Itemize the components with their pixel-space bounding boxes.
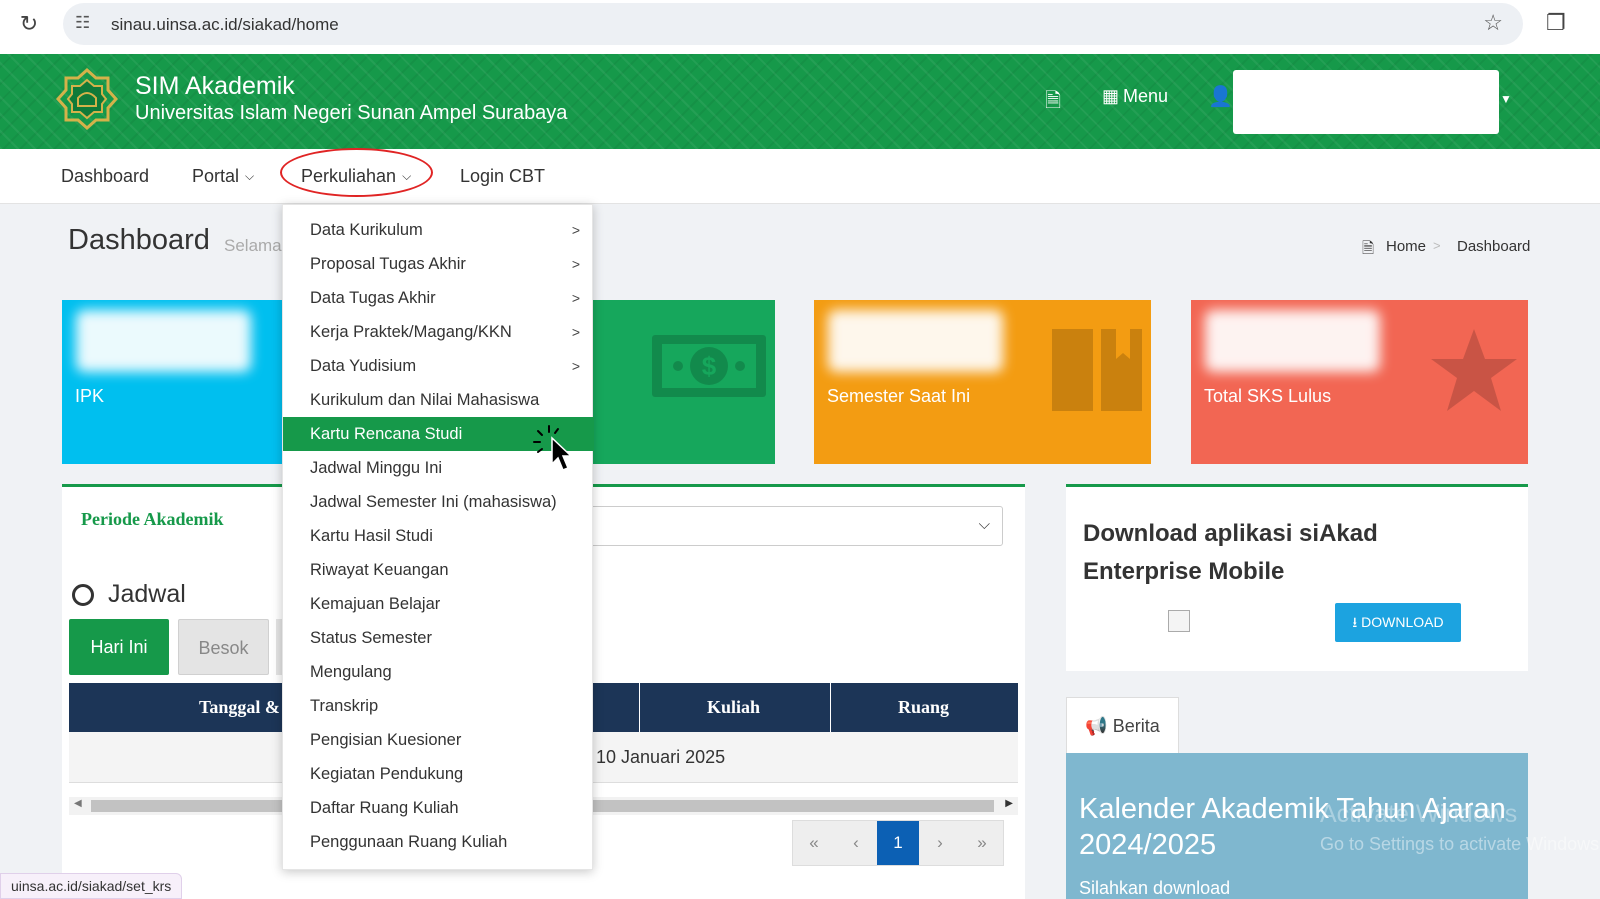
periode-label: Periode Akademik [81, 509, 224, 529]
clock-icon [72, 583, 94, 606]
highlight-circle [280, 148, 433, 197]
card-ipk: IPK [62, 300, 286, 464]
nav-dashboard[interactable]: Dashboard [61, 166, 149, 187]
breadcrumb-file-icon: 🗎 [1362, 240, 1375, 257]
pagination: « ‹ 1 › » [792, 820, 1004, 866]
menu-item-kartu-hasil-studi[interactable]: Kartu Hasil Studi [283, 519, 594, 553]
jadwal-heading: Jadwal [72, 580, 186, 609]
star-icon [1431, 329, 1517, 411]
chevron-right-icon: > [571, 256, 580, 272]
menu-item-data-tugas-akhir[interactable]: Data Tugas Akhir > [283, 281, 594, 315]
user-name-box[interactable] [1233, 70, 1499, 134]
menu-item-riwayat-keuangan[interactable]: Riwayat Keuangan [283, 553, 594, 587]
menu-item-transkrip[interactable]: Transkrip [283, 689, 594, 723]
site-header: SIM Akademik Universitas Islam Negeri Su… [0, 54, 1600, 149]
scroll-left-icon[interactable]: ◀ [74, 798, 82, 809]
download-button[interactable]: ⭳ DOWNLOAD [1335, 603, 1461, 642]
site-info-icon[interactable]: ☷ [75, 13, 90, 33]
bookmark-star-icon[interactable]: ☆ [1483, 10, 1503, 36]
page-first[interactable]: « [793, 821, 835, 865]
money-icon: $ [652, 335, 766, 397]
perkuliahan-dropdown: Data Kurikulum > Proposal Tugas Akhir > Da… [282, 204, 594, 870]
breadcrumb-home[interactable]: Home [1386, 238, 1426, 255]
page-last[interactable]: » [961, 821, 1003, 865]
column-header: Tanggal & [199, 697, 280, 717]
jadwal-title: Jadwal [108, 580, 186, 608]
chevron-right-icon: > [571, 290, 580, 306]
menu-item-pengisian-kuesioner[interactable]: Pengisian Kuesioner [283, 723, 594, 757]
page-1[interactable]: 1 [877, 821, 919, 865]
menu-item-jadwal-semester[interactable]: Jadwal Semester Ini (mahasiswa) [283, 485, 594, 519]
card-semester: Semester Saat Ini [814, 300, 1151, 464]
chevron-right-icon: > [571, 358, 580, 374]
redacted-value [76, 310, 251, 372]
page-prev[interactable]: ‹ [835, 821, 877, 865]
chevron-right-icon: > [571, 222, 580, 238]
menu-label: Menu [1123, 86, 1169, 106]
university-logo[interactable] [56, 68, 118, 132]
menu-item-data-kurikulum[interactable]: Data Kurikulum > [283, 213, 594, 247]
column-header: Kuliah [707, 697, 761, 717]
menu-item-status-semester[interactable]: Status Semester [283, 621, 594, 655]
card-label: IPK [75, 386, 105, 406]
caret-down-icon[interactable]: ▼ [1500, 92, 1512, 106]
page-title: Dashboard [68, 224, 210, 256]
column-divider [830, 683, 831, 732]
app-subtitle: Universitas Islam Negeri Sunan Ampel Sur… [135, 102, 568, 124]
nav-login-cbt[interactable]: Login CBT [460, 166, 545, 187]
nav-portal[interactable]: Portal ⌵ [192, 166, 254, 187]
menu-item-kegiatan-pendukung[interactable]: Kegiatan Pendukung [283, 757, 594, 791]
reload-icon[interactable]: ↻ [16, 11, 42, 37]
menu-button[interactable]: ▦ Menu [1102, 86, 1168, 107]
card-label: Total SKS Lulus [1204, 386, 1332, 406]
menu-item-kerja-praktek[interactable]: Kerja Praktek/Magang/KKN > [283, 315, 594, 349]
document-icon[interactable]: 🗎 [1045, 86, 1061, 120]
link-status-bar: uinsa.ac.id/siakad/set_krs [0, 873, 183, 899]
windows-watermark-sub: Go to Settings to activate Windows. [1320, 834, 1600, 854]
chevron-down-icon: ⌵ [245, 169, 255, 183]
app-title: SIM Akademik [135, 72, 295, 100]
main-navbar: Dashboard Portal ⌵ Perkuliahan ⌵ Login CBT [0, 149, 1600, 204]
menu-item-kurikulum-nilai[interactable]: Kurikulum dan Nilai Mahasiswa [283, 383, 594, 417]
column-divider [639, 683, 640, 732]
extensions-icon[interactable]: ❐ [1546, 10, 1566, 36]
card-finance: $ [592, 300, 775, 464]
browser-toolbar: ↻ ☷ sinau.uinsa.ac.id/siakad/home ☆ ❐ [0, 0, 1600, 54]
redacted-value [828, 310, 1003, 372]
mouse-pointer-icon [533, 425, 573, 471]
windows-watermark: Activate Windows [1320, 800, 1518, 828]
user-icon[interactable]: 👤 [1208, 84, 1233, 109]
tab-berita[interactable]: 📢 Berita [1066, 697, 1179, 753]
column-header: Ruang [898, 697, 950, 717]
menu-item-proposal-tugas-akhir[interactable]: Proposal Tugas Akhir > [283, 247, 594, 281]
card-label: Semester Saat Ini [827, 386, 971, 406]
menu-item-kemajuan-belajar[interactable]: Kemajuan Belajar [283, 587, 594, 621]
page-next[interactable]: › [919, 821, 961, 865]
book-icon [1052, 329, 1142, 411]
chevron-right-icon: > [571, 324, 580, 340]
news-sub: Silahkan download [1079, 878, 1231, 898]
breadcrumb-separator: > [1433, 238, 1441, 253]
grid-icon: ▦ [1102, 86, 1120, 106]
menu-item-data-yudisium[interactable]: Data Yudisium > [283, 349, 594, 383]
breadcrumb-current: Dashboard [1457, 238, 1531, 255]
menu-item-mengulang[interactable]: Mengulang [283, 655, 594, 689]
periode-select[interactable]: ⌵ [586, 506, 1003, 546]
redacted-value [1205, 310, 1380, 372]
svg-text:$: $ [702, 351, 717, 381]
scroll-right-icon[interactable]: ▶ [1005, 798, 1013, 809]
tab-hari-ini[interactable]: Hari Ini [69, 619, 169, 675]
menu-item-daftar-ruang-kuliah[interactable]: Daftar Ruang Kuliah [283, 791, 594, 825]
chevron-down-icon: ⌵ [978, 516, 990, 533]
tab-besok[interactable]: Besok [178, 619, 269, 675]
menu-item-penggunaan-ruang-kuliah[interactable]: Penggunaan Ruang Kuliah [283, 825, 594, 859]
url-text: sinau.uinsa.ac.id/siakad/home [111, 15, 339, 34]
address-bar[interactable]: ☷ sinau.uinsa.ac.id/siakad/home ☆ [63, 3, 1523, 45]
table-cell: i 10 Januari 2025 [587, 747, 726, 767]
broken-image-icon [1168, 610, 1190, 632]
page-subtitle: Selama [224, 236, 282, 255]
download-title: Download aplikasi siAkad Enterprise Mobi… [1083, 520, 1378, 585]
card-total-sks: Total SKS Lulus [1191, 300, 1528, 464]
